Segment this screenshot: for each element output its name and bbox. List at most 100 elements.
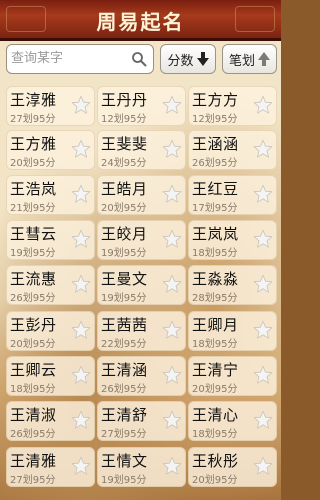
name-card[interactable]: 王彭丹 20划95分 <box>6 311 95 351</box>
stroke-score-text: 24划95分 <box>101 158 147 169</box>
stroke-score-text: 20划95分 <box>10 158 56 169</box>
favorite-star-icon[interactable] <box>162 139 182 159</box>
favorite-star-icon[interactable] <box>162 365 182 385</box>
favorite-star-icon[interactable] <box>71 95 91 115</box>
name-text: 王方雅 <box>10 135 57 153</box>
name-card[interactable]: 王丹丹 12划95分 <box>97 86 186 126</box>
favorite-star-icon[interactable] <box>253 456 273 476</box>
favorite-star-icon[interactable] <box>71 229 91 249</box>
stroke-score-text: 17划95分 <box>192 203 238 214</box>
name-text: 王斐斐 <box>101 135 148 153</box>
name-card[interactable]: 王清心 18划95分 <box>188 401 277 441</box>
stroke-score-text: 18划95分 <box>192 339 238 350</box>
favorite-star-icon[interactable] <box>253 365 273 385</box>
name-card[interactable]: 王情文 19划95分 <box>97 447 186 487</box>
stroke-score-text: 18划95分 <box>192 248 238 259</box>
stroke-score-text: 26划95分 <box>192 158 238 169</box>
name-text: 王清淑 <box>10 406 57 424</box>
name-text: 王浩岚 <box>10 180 57 198</box>
name-text: 王卿月 <box>192 316 239 334</box>
sort-by-stroke-button[interactable]: 笔划 <box>222 44 277 74</box>
arrow-down-icon <box>196 52 209 66</box>
name-card[interactable]: 王茜茜 22划95分 <box>97 311 186 351</box>
name-card[interactable]: 王方雅 20划95分 <box>6 130 95 170</box>
favorite-star-icon[interactable] <box>253 95 273 115</box>
stroke-score-text: 21划95分 <box>10 203 56 214</box>
stroke-score-text: 18划95分 <box>10 384 56 395</box>
name-text: 王彗云 <box>10 225 57 243</box>
name-text: 王淳雅 <box>10 91 57 109</box>
name-card[interactable]: 王涵涵 26划95分 <box>188 130 277 170</box>
stroke-score-text: 26划95分 <box>10 293 56 304</box>
favorite-star-icon[interactable] <box>162 274 182 294</box>
name-text: 王皓月 <box>101 180 148 198</box>
stroke-score-text: 18划95分 <box>192 429 238 440</box>
name-card[interactable]: 王清涵 26划95分 <box>97 356 186 396</box>
favorite-star-icon[interactable] <box>71 410 91 430</box>
name-card[interactable]: 王淼淼 28划95分 <box>188 265 277 305</box>
name-text: 王红豆 <box>192 180 239 198</box>
name-card[interactable]: 王流惠 26划95分 <box>6 265 95 305</box>
name-card[interactable]: 王卿月 18划95分 <box>188 311 277 351</box>
sort-by-score-label: 分数 <box>167 53 194 69</box>
favorite-star-icon[interactable] <box>71 184 91 204</box>
stroke-score-text: 26划95分 <box>10 429 56 440</box>
favorite-star-icon[interactable] <box>71 139 91 159</box>
name-text: 王方方 <box>192 91 239 109</box>
favorite-star-icon[interactable] <box>162 229 182 249</box>
favorite-star-icon[interactable] <box>71 365 91 385</box>
stroke-score-text: 27划95分 <box>10 114 56 125</box>
name-card[interactable]: 王卿云 18划95分 <box>6 356 95 396</box>
sort-by-score-button[interactable]: 分数 <box>160 44 216 74</box>
stroke-score-text: 26划95分 <box>101 384 147 395</box>
name-text: 王彭丹 <box>10 316 57 334</box>
search-toolbar: 分数 笔划 <box>0 40 281 78</box>
favorite-star-icon[interactable] <box>253 229 273 249</box>
stroke-score-text: 20划95分 <box>192 384 238 395</box>
favorite-star-icon[interactable] <box>253 184 273 204</box>
name-card[interactable]: 王浩岚 21划95分 <box>6 175 95 215</box>
name-card[interactable]: 王皓月 20划95分 <box>97 175 186 215</box>
favorite-star-icon[interactable] <box>162 320 182 340</box>
favorite-star-icon[interactable] <box>253 320 273 340</box>
favorite-star-icon[interactable] <box>71 320 91 340</box>
sort-by-stroke-label: 笔划 <box>228 53 255 69</box>
stroke-score-text: 20划95分 <box>101 203 147 214</box>
name-card[interactable]: 王斐斐 24划95分 <box>97 130 186 170</box>
name-card[interactable]: 王秋彤 20划95分 <box>188 447 277 487</box>
name-card[interactable]: 王清淑 26划95分 <box>6 401 95 441</box>
favorite-star-icon[interactable] <box>253 410 273 430</box>
search-icon[interactable] <box>131 51 147 67</box>
name-text: 王清舒 <box>101 406 148 424</box>
app-window: 周易起名 分数 笔划 王淳雅27划95分王丹丹12划95分王方方12划95分王方… <box>0 0 281 500</box>
name-text: 王岚岚 <box>192 225 239 243</box>
name-card[interactable]: 王曼文 19划95分 <box>97 265 186 305</box>
name-card[interactable]: 王淳雅 27划95分 <box>6 86 95 126</box>
favorite-star-icon[interactable] <box>162 410 182 430</box>
name-card[interactable]: 王清雅 27划95分 <box>6 447 95 487</box>
search-box[interactable] <box>6 44 154 74</box>
name-text: 王涵涵 <box>192 135 239 153</box>
favorite-star-icon[interactable] <box>71 456 91 476</box>
favorite-star-icon[interactable] <box>162 184 182 204</box>
name-card[interactable]: 王彗云 19划95分 <box>6 220 95 260</box>
title-bar: 周易起名 <box>0 0 281 41</box>
name-card[interactable]: 王岚岚 18划95分 <box>188 220 277 260</box>
app-title: 周易起名 <box>96 10 185 34</box>
name-card[interactable]: 王方方 12划95分 <box>188 86 277 126</box>
favorite-star-icon[interactable] <box>162 95 182 115</box>
favorite-star-icon[interactable] <box>71 274 91 294</box>
name-card[interactable]: 王清舒 27划95分 <box>97 401 186 441</box>
favorite-star-icon[interactable] <box>253 139 273 159</box>
name-card[interactable]: 王红豆 17划95分 <box>188 175 277 215</box>
name-text: 王秋彤 <box>192 452 239 470</box>
name-card[interactable]: 王清宁 20划95分 <box>188 356 277 396</box>
name-text: 王情文 <box>101 452 148 470</box>
search-input[interactable] <box>11 48 129 68</box>
favorite-star-icon[interactable] <box>253 274 273 294</box>
name-card[interactable]: 王皎月 19划95分 <box>97 220 186 260</box>
name-text: 王淼淼 <box>192 270 239 288</box>
name-text: 王卿云 <box>10 361 57 379</box>
name-text: 王流惠 <box>10 270 57 288</box>
favorite-star-icon[interactable] <box>162 456 182 476</box>
